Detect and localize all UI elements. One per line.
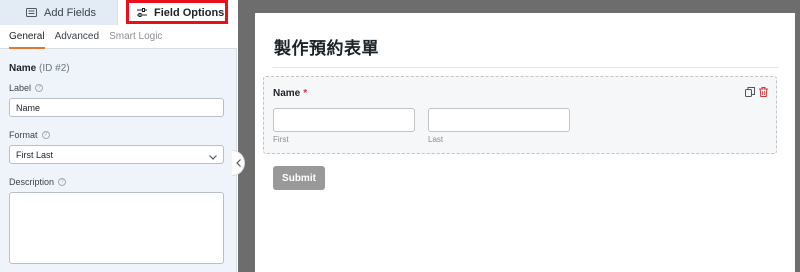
first-name-input[interactable]: [273, 108, 415, 132]
tab-field-options-label: Field Options: [154, 6, 225, 19]
submit-button[interactable]: Submit: [273, 166, 325, 190]
help-icon[interactable]: ?: [35, 84, 44, 92]
selected-field-name: Name: [9, 63, 37, 74]
chevron-down-icon: [209, 152, 217, 162]
trash-icon[interactable]: [759, 87, 768, 97]
format-select[interactable]: First Last: [9, 145, 224, 164]
tab-general[interactable]: General: [9, 25, 45, 49]
description-option-label: Description ?: [9, 177, 224, 187]
last-name-group: Last: [428, 108, 570, 144]
form-preview: 製作預約表單 Name * First Last Submit: [255, 13, 795, 272]
duplicate-icon[interactable]: [745, 87, 755, 97]
last-name-caption: Last: [428, 135, 444, 144]
format-option-text: Format: [9, 130, 38, 140]
label-input[interactable]: [9, 98, 224, 117]
chevron-left-icon: [235, 154, 241, 172]
format-select-value: First Last: [16, 149, 54, 160]
form-builder-canvas: 製作預約表單 Name * First Last Submit: [238, 0, 800, 272]
panel-tabs: Add Fields Field Options: [0, 0, 237, 25]
description-option-text: Description: [9, 177, 55, 187]
field-options-panel: Add Fields Field Options General Advance…: [0, 0, 237, 272]
format-option-label: Format ?: [9, 130, 224, 140]
first-name-group: First: [273, 108, 415, 144]
selected-field-heading: Name (ID #2): [9, 63, 224, 74]
first-name-caption: First: [273, 135, 289, 144]
last-name-input[interactable]: [428, 108, 570, 132]
tab-smart-logic[interactable]: Smart Logic: [109, 25, 162, 49]
name-field-label: Name *: [273, 88, 307, 99]
options-body: Name (ID #2) Label ? Format ? First Last…: [0, 50, 237, 272]
tab-add-fields[interactable]: Add Fields: [0, 0, 118, 25]
options-sub-tabs: General Advanced Smart Logic: [0, 25, 237, 49]
required-marker: *: [303, 88, 308, 99]
form-title[interactable]: 製作預約表單: [274, 34, 379, 59]
list-form-icon: [26, 8, 37, 17]
field-actions: [745, 87, 768, 97]
tab-add-fields-label: Add Fields: [44, 6, 96, 19]
label-option-text: Label: [9, 83, 32, 93]
name-field-block[interactable]: Name * First Last: [263, 76, 777, 154]
sliders-icon: [137, 8, 147, 17]
label-option-label: Label ?: [9, 83, 224, 93]
title-divider: [273, 67, 779, 68]
tab-field-options[interactable]: Field Options: [118, 0, 237, 25]
tab-advanced[interactable]: Advanced: [55, 25, 99, 49]
help-icon[interactable]: ?: [58, 178, 67, 186]
selected-field-id: (ID #2): [39, 63, 70, 74]
name-field-label-text: Name: [273, 88, 301, 99]
help-icon[interactable]: ?: [41, 131, 50, 139]
description-textarea[interactable]: [9, 192, 224, 264]
